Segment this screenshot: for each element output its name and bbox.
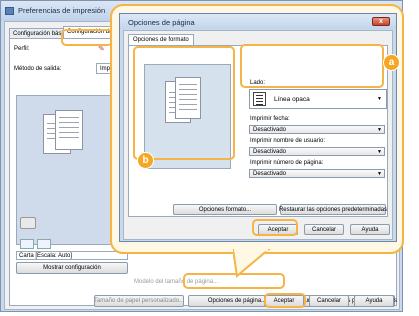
layout-icon-2[interactable] (37, 239, 51, 249)
chevron-down-icon: ▼ (377, 96, 382, 102)
print-user-select[interactable]: Desactivado ▼ (249, 147, 385, 156)
print-date-value: Desactivado (253, 127, 287, 133)
outer-help-button[interactable]: Ayuda (354, 295, 394, 307)
watermark-line-icon (253, 92, 266, 106)
print-page-number-select[interactable]: Desactivado ▼ (249, 169, 385, 178)
format-options-button[interactable]: Opciones formato... (173, 204, 277, 215)
side-select[interactable]: Línea opaca ▼ (249, 89, 387, 109)
window-title: Preferencias de impresión (18, 6, 106, 15)
chevron-down-icon: ▼ (377, 171, 382, 177)
print-user-value: Desactivado (253, 149, 287, 155)
highlight-page-settings-tab (61, 29, 113, 46)
print-user-label: Imprimir nombre de usuario: (250, 138, 326, 144)
outer-cancel-button[interactable]: Cancelar (309, 295, 349, 307)
marker-b: b (137, 152, 154, 169)
print-page-number-value: Desactivado (253, 171, 287, 177)
chevron-down-icon: ▼ (377, 149, 382, 155)
side-value: Línea opaca (274, 96, 310, 103)
printer-icon (20, 217, 36, 229)
highlight-dialog-ok-button (252, 219, 298, 236)
marker-a: a (383, 54, 400, 71)
output-method-value: Imp (100, 66, 111, 72)
dialog-help-button[interactable]: Ayuda (350, 224, 390, 235)
paper-size-label: Carta [Escala: Auto] (16, 251, 128, 260)
callout-pointer (233, 249, 271, 278)
highlight-outer-ok-button (264, 293, 306, 308)
dialog-cancel-button[interactable]: Cancelar (304, 224, 344, 235)
custom-paper-size-button[interactable]: Tamaño de papel personalizado... (94, 295, 184, 307)
print-page-number-label: Imprimir número de página: (250, 160, 324, 166)
output-method-label: Método de salida: (14, 66, 62, 72)
print-date-label: Imprimir fecha: (250, 116, 290, 122)
highlight-preview-area (133, 46, 235, 160)
chevron-down-icon: ▼ (377, 127, 382, 133)
print-date-select[interactable]: Desactivado ▼ (249, 125, 385, 134)
dialog-title-bar: Opciones de página x (120, 14, 396, 29)
dialog-title: Opciones de página (128, 18, 195, 27)
close-icon[interactable]: x (372, 17, 390, 26)
highlight-side-setting (240, 44, 384, 88)
dialog-restore-defaults-button[interactable]: Restaurar las opciones predeterminadas (279, 204, 387, 215)
layout-icon-1[interactable] (20, 239, 34, 249)
app-icon (5, 7, 14, 15)
show-settings-button[interactable]: Mostrar configuración (16, 262, 128, 274)
profile-label: Perfil: (14, 46, 30, 52)
preview-page-front (55, 110, 83, 150)
